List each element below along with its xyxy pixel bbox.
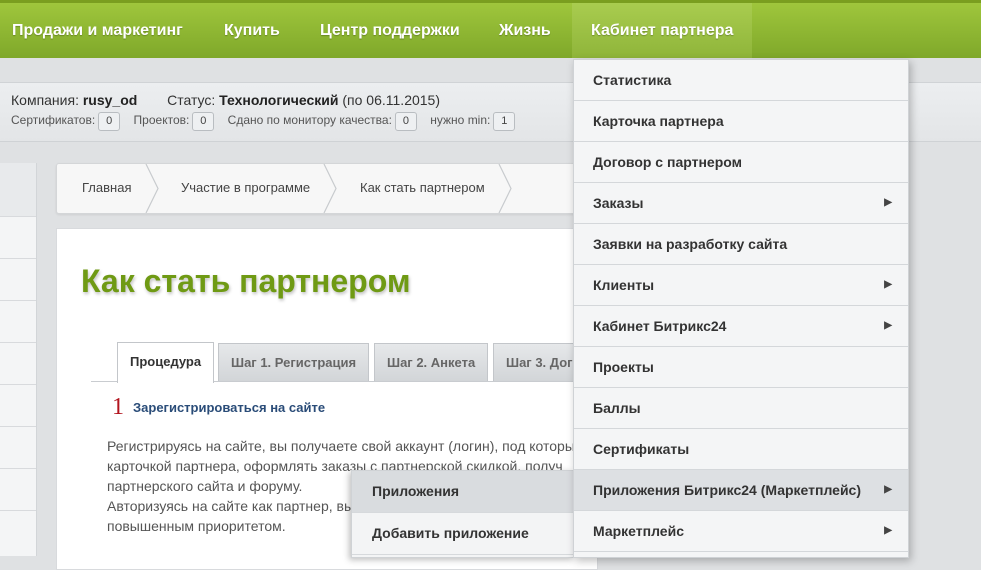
min-required-label: нужно min: — [430, 113, 491, 127]
company-status-row: Компания: rusy_od Статус: Технологически… — [11, 92, 440, 108]
register-on-site-link[interactable]: Зарегистрироваться на сайте — [133, 400, 325, 415]
dropdown-item-label: Карточка партнера — [593, 113, 724, 129]
certificates-count-badge: 0 — [98, 112, 121, 131]
breadcrumb: Главная Участие в программе Как стать па… — [56, 163, 588, 214]
status-date: (по 06.11.2015) — [342, 92, 441, 108]
dropdown-item-bitrix24-cabinet[interactable]: Кабинет Битрикс24 ▶ — [574, 306, 908, 347]
quality-monitor-badge: 0 — [394, 112, 417, 131]
breadcrumb-current: Как стать партнером — [360, 180, 485, 195]
dropdown-item-label: Заказы — [593, 195, 644, 211]
submenu-item-apps[interactable]: Приложения — [352, 471, 574, 513]
apps-submenu: Приложения Добавить приложение — [351, 470, 574, 558]
projects-label: Проектов: — [133, 113, 190, 127]
sidebar-cell[interactable] — [0, 217, 36, 259]
company-value: rusy_od — [82, 92, 138, 108]
submenu-item-add-app[interactable]: Добавить приложение — [352, 513, 574, 555]
submenu-arrow-icon: ▶ — [884, 525, 892, 536]
sidebar-cell[interactable] — [0, 427, 36, 469]
tab-step2-form[interactable]: Шаг 2. Анкета — [374, 343, 489, 381]
breadcrumb-home[interactable]: Главная — [82, 164, 131, 213]
submenu-arrow-icon: ▶ — [884, 484, 892, 495]
dropdown-item-points[interactable]: Баллы — [574, 388, 908, 429]
dropdown-item-label: Приложения Битрикс24 (Маркетплейс) — [593, 482, 862, 498]
sidebar-cell[interactable] — [0, 469, 36, 511]
sidebar-cell[interactable] — [0, 343, 36, 385]
submenu-arrow-icon: ▶ — [884, 197, 892, 208]
dropdown-item-clients[interactable]: Клиенты ▶ — [574, 265, 908, 306]
page-title: Как стать партнером — [81, 263, 411, 299]
nav-life[interactable]: Жизнь — [499, 3, 551, 58]
nav-partner-cabinet[interactable]: Кабинет партнера — [572, 3, 753, 58]
nav-buy[interactable]: Купить — [224, 3, 280, 58]
min-required-badge: 1 — [493, 112, 516, 131]
dropdown-item-certificates[interactable]: Сертификаты — [574, 429, 908, 470]
dropdown-item-label: Статистика — [593, 72, 672, 88]
tab-step1-registration[interactable]: Шаг 1. Регистрация — [218, 343, 370, 381]
dropdown-item-projects[interactable]: Проекты — [574, 347, 908, 388]
dropdown-item-orders[interactable]: Заказы ▶ — [574, 183, 908, 224]
submenu-arrow-icon: ▶ — [884, 320, 892, 331]
dropdown-item-bitrix24-apps[interactable]: Приложения Битрикс24 (Маркетплейс) ▶ — [574, 470, 908, 511]
dropdown-item-label: Проекты — [593, 359, 654, 375]
dropdown-item-statistics[interactable]: Статистика — [574, 60, 908, 101]
dropdown-item-label: Клиенты — [593, 277, 655, 293]
company-label: Компания: — [11, 92, 79, 108]
description-line: Регистрируясь на сайте, вы получаете сво… — [107, 438, 585, 454]
projects-count-badge: 0 — [192, 112, 215, 131]
sidebar-cell[interactable] — [0, 259, 36, 301]
dropdown-item-partner-contract[interactable]: Договор с партнером — [574, 142, 908, 183]
submenu-arrow-icon: ▶ — [884, 279, 892, 290]
step-number: 1 — [112, 394, 124, 420]
nav-sales-marketing[interactable]: Продажи и маркетинг — [12, 3, 183, 58]
dropdown-item-label: Баллы — [593, 400, 641, 416]
tab-procedure[interactable]: Процедура — [117, 342, 215, 383]
certificates-label: Сертификатов: — [11, 113, 96, 127]
breadcrumb-program[interactable]: Участие в программе — [181, 164, 310, 213]
sidebar-cell[interactable] — [0, 301, 36, 343]
status-value: Технологический — [219, 92, 339, 108]
dropdown-item-marketplace[interactable]: Маркетплейс ▶ — [574, 511, 908, 552]
breadcrumb-separator-icon — [498, 164, 512, 213]
counters-row: Сертификатов: 0 Проектов: 0 Сдано по монит… — [11, 112, 525, 131]
left-sidebar — [0, 163, 37, 556]
dropdown-item-label: Заявки на разработку сайта — [593, 236, 788, 252]
top-navigation: Продажи и маркетинг Купить Центр поддерж… — [0, 0, 981, 58]
breadcrumb-separator-icon — [323, 164, 337, 213]
nav-support-center[interactable]: Центр поддержки — [320, 3, 460, 58]
dropdown-item-partner-card[interactable]: Карточка партнера — [574, 101, 908, 142]
dropdown-item-label: Маркетплейс — [593, 523, 684, 539]
dropdown-item-label: Договор с партнером — [593, 154, 742, 170]
status-label: Статус: — [167, 92, 216, 108]
partner-cabinet-dropdown: Статистика Карточка партнера Договор с п… — [573, 59, 909, 558]
dropdown-item-label: Кабинет Битрикс24 — [593, 318, 727, 334]
breadcrumb-separator-icon — [145, 164, 159, 213]
sidebar-cell[interactable] — [0, 385, 36, 427]
quality-monitor-label: Сдано по монитору качества: — [227, 113, 392, 127]
dropdown-item-label: Сертификаты — [593, 441, 690, 457]
sidebar-cell[interactable] — [0, 163, 36, 217]
dropdown-item-site-requests[interactable]: Заявки на разработку сайта — [574, 224, 908, 265]
